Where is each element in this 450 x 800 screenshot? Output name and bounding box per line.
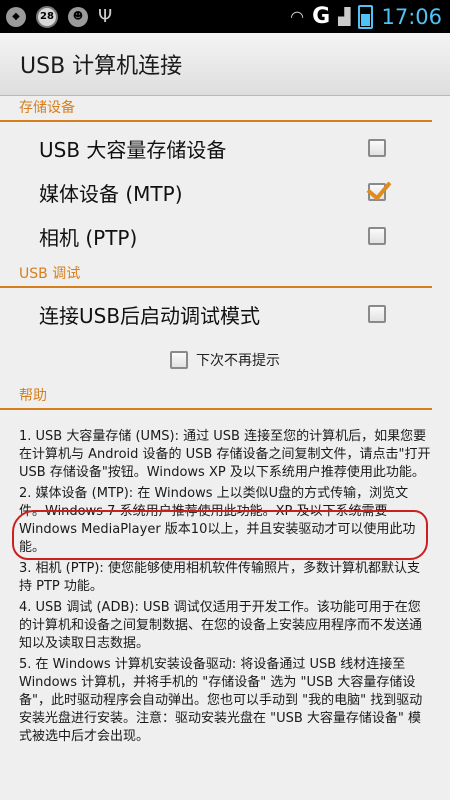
option-label: 相机 (PTP)	[39, 225, 138, 250]
page-title: USB 计算机连接	[20, 54, 183, 79]
help-section-label: 帮助	[19, 388, 47, 404]
shield-icon: ◆	[6, 6, 26, 27]
help-paragraph: 4. USB 调试 (ADB): USB 调试仅适用于开发工作。该功能可用于在您…	[19, 600, 423, 651]
usb-mass-storage-checkbox[interactable]	[368, 139, 386, 157]
usb-icon: Ψ	[98, 6, 113, 27]
wifi-icon: ◠	[290, 7, 305, 26]
option-label: 媒体设备 (MTP)	[39, 181, 183, 206]
title-bar: USB 计算机连接	[0, 33, 450, 96]
storage-section-header: 存储设备	[0, 96, 432, 122]
usb-debug-section-header: USB 调试	[0, 262, 432, 288]
signal-icon: ▟	[338, 7, 351, 26]
checkmark-icon	[366, 175, 392, 201]
watermark-logo	[404, 784, 444, 798]
option-usb-mass-storage[interactable]: USB 大容量存储设备	[0, 126, 450, 170]
mtp-checkbox[interactable]	[366, 175, 392, 201]
help-paragraph: 1. USB 大容量存储 (UMS): 通过 USB 连接至您的计算机后，如果您…	[19, 429, 431, 480]
storage-section-label: 存储设备	[19, 100, 75, 116]
network-type-label: G	[312, 4, 331, 29]
notification-count-badge: 28	[36, 5, 58, 28]
option-label: USB 大容量存储设备	[39, 137, 227, 162]
settings-content: 存储设备 USB 大容量存储设备 媒体设备 (MTP) 相机 (PTP) USB…	[0, 96, 450, 749]
usb-debug-checkbox[interactable]	[368, 305, 386, 323]
android-icon: ☻	[68, 6, 88, 27]
help-text: 1. USB 大容量存储 (UMS): 通过 USB 连接至您的计算机后，如果您…	[0, 410, 450, 746]
help-paragraph: 2. 媒体设备 (MTP): 在 Windows 上以类似U盘的方式传输，浏览文…	[19, 486, 416, 555]
help-paragraph: 3. 相机 (PTP): 使您能够使用相机软件传输照片，多数计算机都默认支持 P…	[19, 561, 420, 594]
ptp-checkbox[interactable]	[368, 227, 386, 245]
help-section-header: 帮助	[0, 384, 432, 410]
option-media-device-mtp[interactable]: 媒体设备 (MTP)	[0, 170, 450, 214]
clock: 17:06	[381, 4, 442, 29]
help-paragraph: 5. 在 Windows 计算机安装设备驱动: 将设备通过 USB 线材连接至 …	[19, 657, 423, 744]
option-usb-debug[interactable]: 连接USB后启动调试模式	[0, 292, 450, 336]
usb-debug-section-label: USB 调试	[19, 266, 81, 282]
dont-show-again[interactable]: 下次不再提示	[0, 342, 450, 378]
dont-show-again-checkbox[interactable]	[170, 351, 188, 369]
dont-show-again-label: 下次不再提示	[196, 353, 280, 369]
option-camera-ptp[interactable]: 相机 (PTP)	[0, 214, 450, 258]
option-label: 连接USB后启动调试模式	[39, 303, 261, 328]
battery-icon	[358, 4, 374, 29]
status-bar: ◆ 28 ☻ Ψ ◠ G ▟ 17:06	[0, 0, 450, 33]
